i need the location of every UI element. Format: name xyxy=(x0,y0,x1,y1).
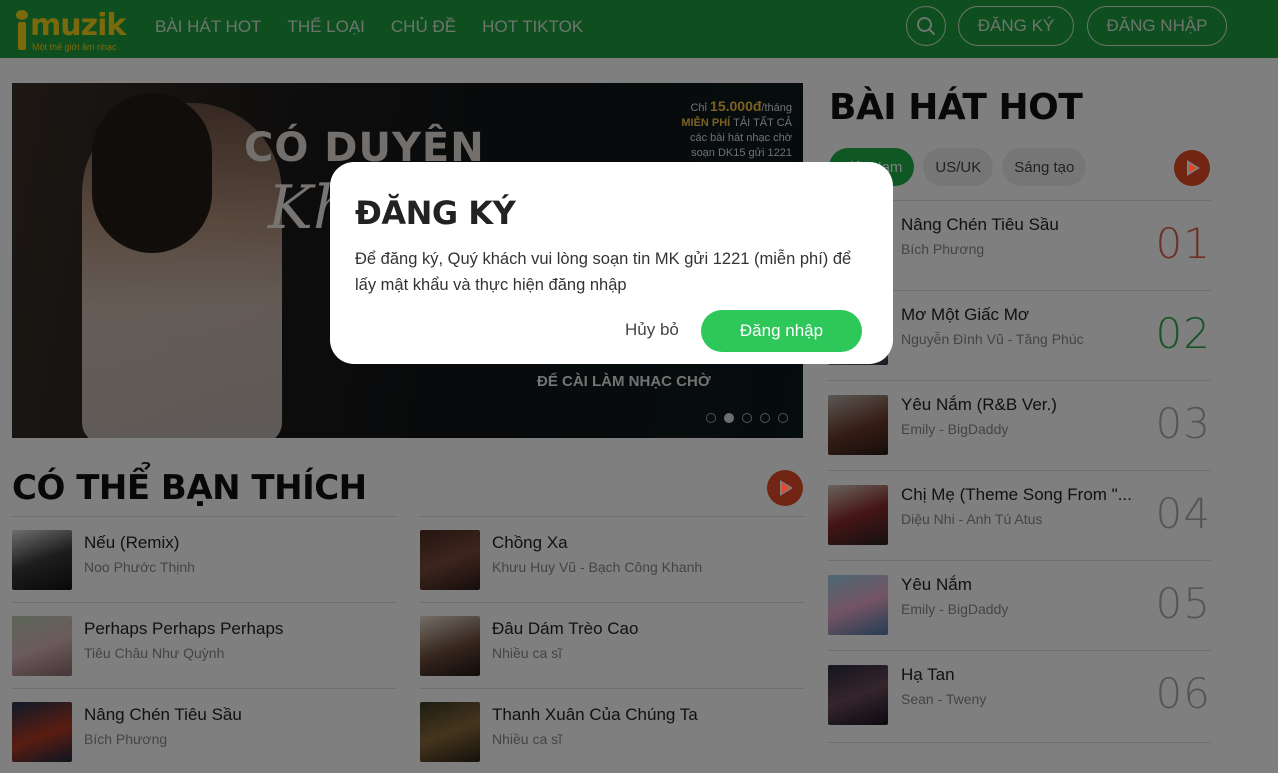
dialog-login-button[interactable]: Đăng nhập xyxy=(701,310,862,352)
dialog-title: ĐĂNG KÝ xyxy=(355,194,516,232)
cancel-button[interactable]: Hủy bỏ xyxy=(625,320,679,340)
modal-backdrop[interactable] xyxy=(0,0,1278,773)
register-dialog: ĐĂNG KÝ Để đăng ký, Quý khách vui lòng s… xyxy=(330,162,893,364)
dialog-message: Để đăng ký, Quý khách vui lòng soạn tin … xyxy=(355,250,852,294)
